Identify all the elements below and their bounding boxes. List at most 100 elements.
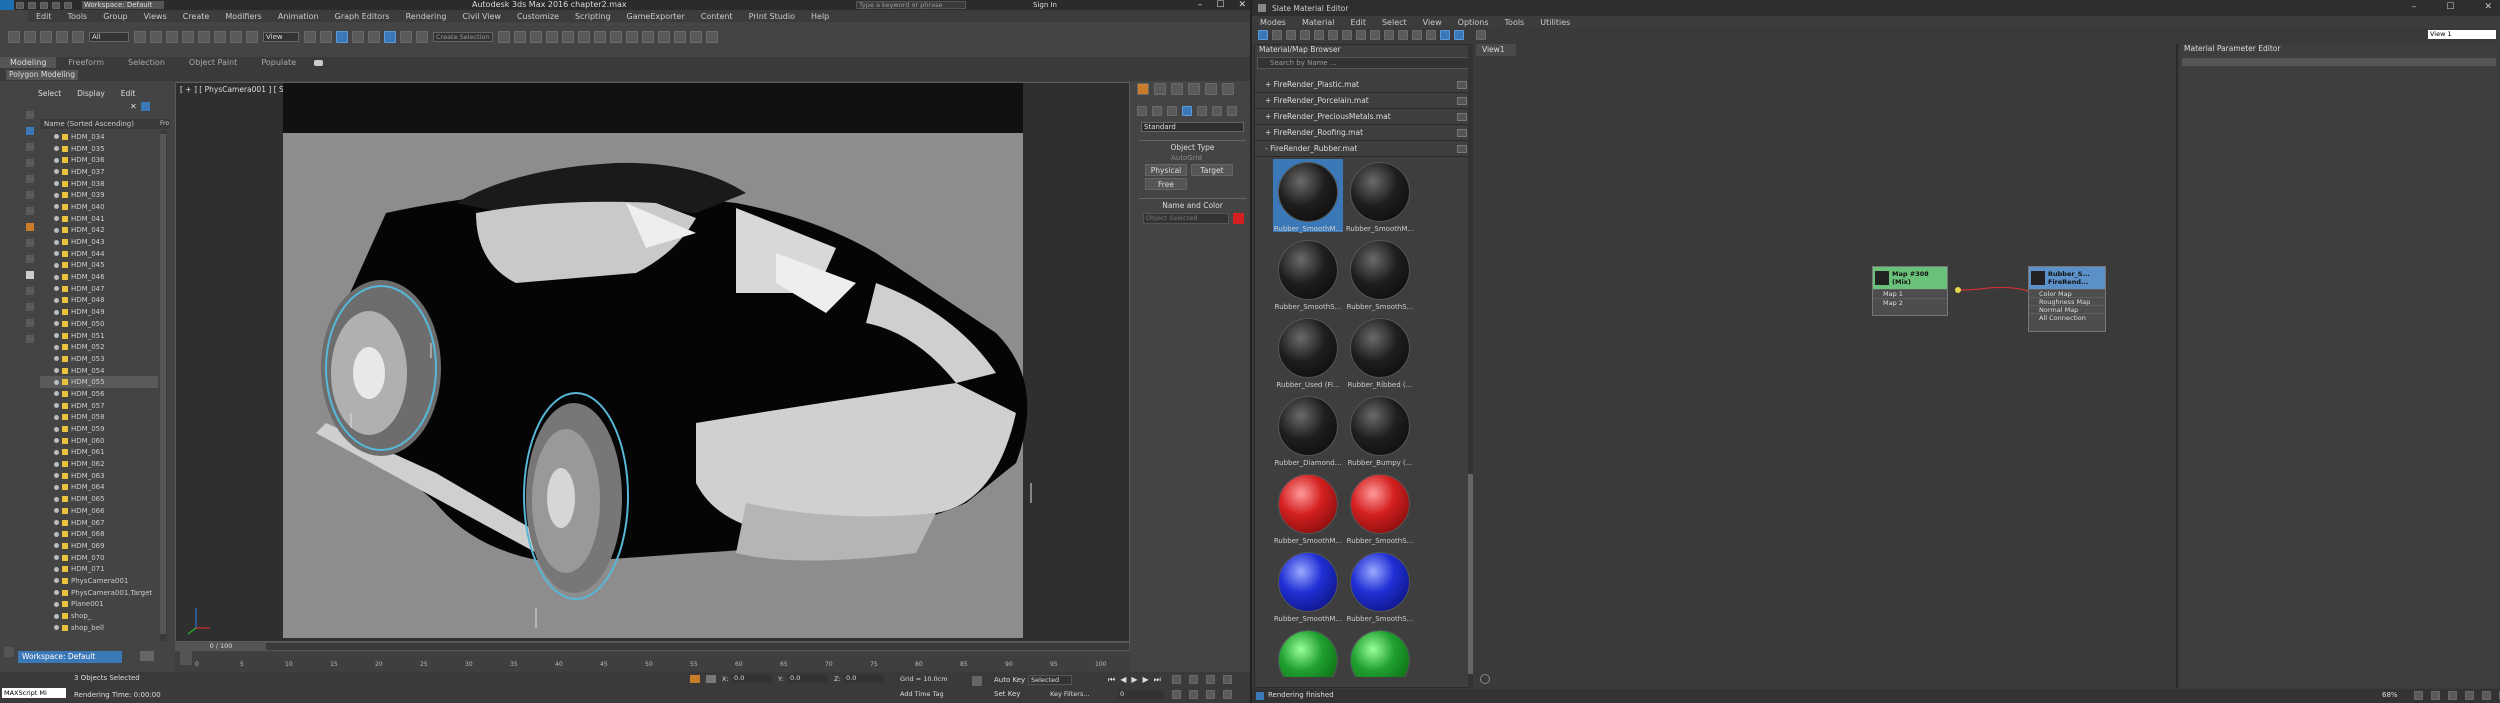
freeze-icon[interactable]	[26, 159, 34, 167]
select-by-material-icon[interactable]	[1440, 30, 1450, 40]
visibility-eye-icon[interactable]	[54, 508, 59, 514]
visibility-eye-icon[interactable]	[54, 520, 59, 526]
mat-port-color-map[interactable]: Color Map	[2029, 289, 2105, 298]
menu-graph-editors[interactable]: Graph Editors	[327, 12, 398, 21]
scene-item[interactable]: HDM_059	[40, 423, 158, 435]
scene-item[interactable]: HDM_045	[40, 260, 158, 272]
save-icon[interactable]	[40, 1, 48, 9]
category-options-icon[interactable]	[1457, 112, 1467, 121]
set-key-button[interactable]: Set Key	[994, 690, 1020, 698]
render-production-icon[interactable]	[690, 31, 702, 43]
material-swatch[interactable]: Rubber_SmoothM...	[1273, 159, 1343, 233]
menu-edit[interactable]: Edit	[28, 12, 60, 21]
schematic-view-icon[interactable]	[578, 31, 590, 43]
bind-icon[interactable]	[72, 31, 84, 43]
lock-selection-icon[interactable]	[690, 675, 700, 683]
track-bar[interactable]: 0 5 10 15 20 25 30 35 40 45 50 55 60 65 70 75 80 85 90 95 10…	[175, 652, 1130, 672]
spacewarp-icon[interactable]	[26, 239, 34, 247]
category-porcelain[interactable]: + FireRender_Porcelain.mat	[1255, 93, 1471, 109]
menu-help[interactable]: Help	[803, 12, 837, 21]
tab-object-paint[interactable]: Object Paint	[177, 57, 249, 68]
tab-modeling[interactable]: Modeling	[0, 57, 57, 68]
play-icon[interactable]: ▶	[1131, 675, 1137, 685]
close-icon[interactable]: ✕	[1238, 0, 1246, 10]
category-options-icon[interactable]	[1457, 96, 1467, 105]
visibility-eye-icon[interactable]	[54, 391, 59, 397]
keyboard-shortcut-icon[interactable]	[336, 31, 348, 43]
scene-item[interactable]: HDM_065	[40, 493, 158, 505]
time-config-icon[interactable]	[1172, 675, 1181, 684]
material-swatch[interactable]: Rubber_SmoothS...	[1345, 549, 1415, 623]
a360-icon[interactable]	[706, 31, 718, 43]
open-icon[interactable]	[28, 1, 36, 9]
pick-material-icon[interactable]	[1272, 30, 1282, 40]
utilities-tab-icon[interactable]	[1222, 83, 1234, 95]
material-swatch[interactable]: Rubber_Used (Fi...	[1273, 315, 1343, 389]
y-coordinate-field[interactable]: 0.0	[788, 674, 828, 683]
zoom-icon[interactable]	[1189, 675, 1198, 684]
select-by-name-icon[interactable]	[150, 31, 162, 43]
visibility-eye-icon[interactable]	[54, 473, 59, 479]
scene-item[interactable]: HDM_042	[40, 225, 158, 237]
sme-menu-select[interactable]: Select	[1374, 18, 1415, 27]
render-iterative-icon[interactable]	[658, 31, 670, 43]
scene-item[interactable]: HDM_036	[40, 154, 158, 166]
material-swatch[interactable]: Rubber_Bumpy (...	[1345, 393, 1415, 467]
activeshade-icon[interactable]	[674, 31, 686, 43]
scene-item[interactable]: HDM_071	[40, 563, 158, 575]
selection-layout-icon[interactable]	[26, 127, 34, 135]
zoom-extents-icon[interactable]	[1223, 675, 1232, 684]
motion-tab-icon[interactable]	[1188, 83, 1200, 95]
scene-item[interactable]: HDM_062	[40, 458, 158, 470]
auto-key-button[interactable]: Auto Key	[994, 676, 1025, 684]
previous-frame-icon[interactable]: ◀	[1120, 675, 1126, 685]
scene-list-scrollbar[interactable]	[160, 130, 167, 641]
visibility-eye-icon[interactable]	[54, 426, 59, 432]
scene-item[interactable]: HDM_037	[40, 166, 158, 178]
menu-customize[interactable]: Customize	[509, 12, 567, 21]
material-swatch[interactable]: Rubber_SmoothS...	[1345, 237, 1415, 311]
visibility-eye-icon[interactable]	[54, 590, 59, 596]
unlink-icon[interactable]	[56, 31, 68, 43]
scene-item[interactable]: HDM_038	[40, 178, 158, 190]
lights-icon[interactable]	[1167, 106, 1177, 116]
sme-zoom-selected-icon[interactable]	[2482, 691, 2491, 700]
scene-item[interactable]: HDM_068	[40, 528, 158, 540]
helpers-icon[interactable]	[1197, 106, 1207, 116]
rect-select-icon[interactable]	[166, 31, 178, 43]
xref-icon[interactable]	[26, 319, 34, 327]
mat-port-roughness-map[interactable]: Roughness Map	[2029, 297, 2105, 306]
visibility-eye-icon[interactable]	[54, 625, 59, 631]
put-to-scene-icon[interactable]	[1286, 30, 1296, 40]
systems-icon[interactable]	[1227, 106, 1237, 116]
visibility-eye-icon[interactable]	[54, 216, 59, 222]
add-time-tag[interactable]: Add Time Tag	[900, 690, 944, 698]
material-swatch[interactable]	[1273, 627, 1343, 677]
maxscript-listener[interactable]: MAXScript Mi	[2, 688, 66, 698]
select-icon[interactable]	[134, 31, 146, 43]
menu-content[interactable]: Content	[693, 12, 741, 21]
bone-icon[interactable]	[26, 255, 34, 263]
filter-close-icon[interactable]: ✕	[130, 102, 137, 112]
visibility-eye-icon[interactable]	[54, 274, 59, 280]
cameras-icon[interactable]	[1182, 106, 1192, 116]
category-precious-metals[interactable]: + FireRender_PreciousMetals.mat	[1255, 109, 1471, 125]
visibility-eye-icon[interactable]	[54, 204, 59, 210]
container-icon[interactable]	[26, 223, 34, 231]
menu-tools[interactable]: Tools	[60, 12, 96, 21]
percent-snap-icon[interactable]	[384, 31, 396, 43]
go-to-start-icon[interactable]: ⏮	[1108, 675, 1115, 685]
tab-populate[interactable]: Populate	[249, 57, 308, 68]
visibility-eye-icon[interactable]	[54, 543, 59, 549]
visibility-eye-icon[interactable]	[54, 578, 59, 584]
scene-item[interactable]: HDM_056	[40, 388, 158, 400]
visibility-eye-icon[interactable]	[54, 566, 59, 572]
scene-item[interactable]: HDM_058	[40, 412, 158, 424]
visibility-eye-icon[interactable]	[54, 309, 59, 315]
visibility-eye-icon[interactable]	[54, 414, 59, 420]
mat-port-normal-map[interactable]: Normal Map	[2029, 305, 2105, 314]
visibility-eye-icon[interactable]	[54, 181, 59, 187]
sme-menu-view[interactable]: View	[1415, 18, 1450, 27]
window-crossing-icon[interactable]	[182, 31, 194, 43]
absolute-mode-icon[interactable]	[706, 675, 716, 683]
